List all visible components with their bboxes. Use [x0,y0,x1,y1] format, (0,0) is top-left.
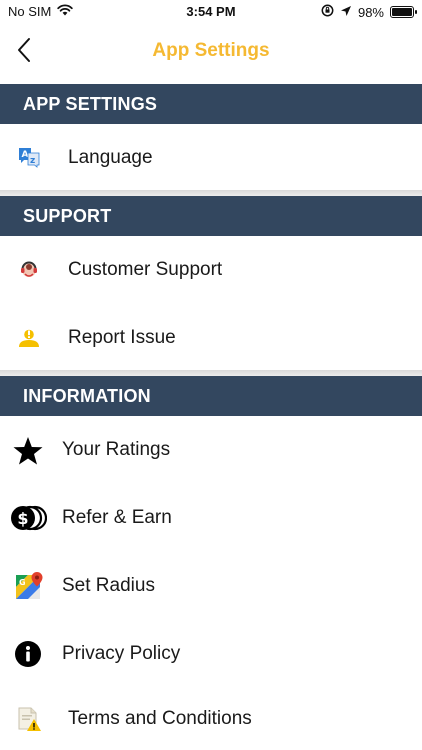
settings-item-terms-and-conditions[interactable]: Terms and Conditions [0,688,422,750]
settings-item-your-ratings[interactable]: Your Ratings [0,416,422,484]
settings-item-language[interactable]: A z Language [0,124,422,192]
settings-item-refer-earn[interactable]: $ Refer & Earn [0,484,422,552]
settings-item-report-issue[interactable]: Report Issue [0,304,422,372]
svg-text:z: z [30,156,35,166]
battery-icon [390,6,417,18]
settings-item-label: Set Radius [62,575,155,596]
settings-item-set-radius[interactable]: G Set Radius [0,552,422,620]
status-right: 98% [321,4,417,20]
translate-icon: A z [16,144,42,170]
coins-icon: $ [9,504,47,532]
star-icon [11,434,45,468]
settings-item-customer-support[interactable]: Customer Support [0,236,422,304]
status-bar: No SIM 3:54 PM 98% [0,0,422,24]
battery-level [392,8,412,16]
headset-icon [16,257,42,283]
settings-item-label: Customer Support [68,259,223,280]
section-header-app-settings: APP SETTINGS [0,84,422,124]
settings-item-label: Privacy Policy [62,643,181,664]
info-icon [14,640,42,668]
settings-item-label: Terms and Conditions [68,708,252,729]
settings-item-label: Report Issue [68,327,176,348]
svg-text:A: A [22,150,29,160]
settings-item-privacy-policy[interactable]: Privacy Policy [0,620,422,688]
section-header-information: INFORMATION [0,376,422,416]
report-person-icon [16,325,42,351]
settings-item-label: Your Ratings [62,439,171,460]
page-title: App Settings [152,40,270,61]
location-arrow-icon [340,5,352,20]
map-icon: G [13,570,45,602]
navigation-bar: App Settings [0,24,422,84]
svg-text:G: G [19,578,26,587]
settings-item-label: Language [68,147,153,168]
settings-item-label: Refer & Earn [62,507,172,528]
section-header-support: SUPPORT [0,196,422,236]
document-warning-icon [16,706,42,732]
orientation-lock-icon [321,4,334,20]
battery-percent: 98% [357,4,384,20]
svg-text:$: $ [17,509,28,528]
